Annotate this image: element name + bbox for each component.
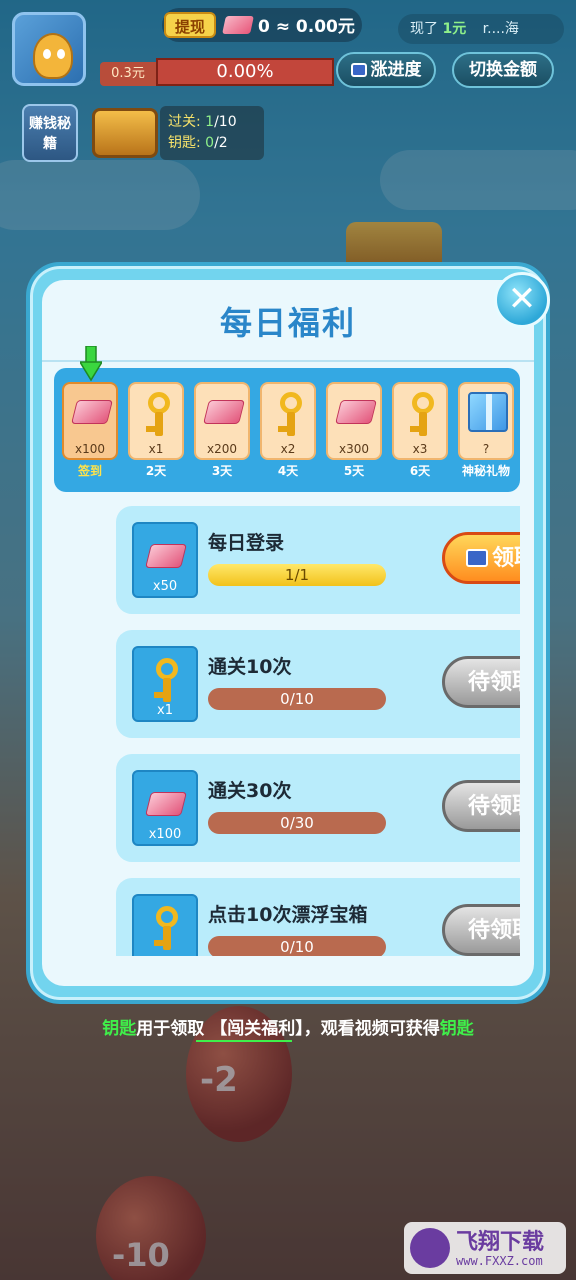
tip-underline [196,1040,292,1042]
close-button[interactable]: ✕ [494,272,550,328]
sign-in-days: x100 签到 x1 2天 x200 3天 x2 4天 x300 5天 x3 6… [54,368,520,492]
reward-icon [132,894,198,956]
key-icon [144,392,172,440]
key-icon [276,392,304,440]
day-reward-5[interactable]: x300 [326,382,382,460]
site-watermark: 飞翔下载 www.FXXZ.com [404,1222,566,1274]
key-icon [152,658,180,706]
speed-up-label: 涨进度 [370,60,422,80]
keys-current: 0 [205,135,215,151]
day-count: x100 [74,442,105,456]
cash-icon [145,544,187,568]
tip-key-word: 钥匙 [102,1019,137,1039]
close-icon: ✕ [507,279,537,319]
notice-amount: 1元 [442,21,467,37]
keys-total: /2 [214,135,228,151]
day-label: 6天 [409,464,431,478]
levels-total: /10 [214,114,237,130]
key-icon [152,906,180,954]
key-icon [408,392,436,440]
day-label: 3天 [211,464,233,478]
levels-current: 1 [205,114,215,130]
task-title: 每日登录 [208,532,285,554]
earning-tips-button[interactable]: 赚钱秘籍 [22,104,78,162]
cash-icon [203,400,245,424]
task-list[interactable]: x50 每日登录 1/1 领取 x1 通关10次 0/10 待领取 x100 通… [58,506,520,956]
divider [42,360,534,362]
claim-button[interactable]: 领取 [442,532,520,584]
levels-label: 过关: [168,114,201,130]
task-item: x50 每日登录 1/1 领取 [116,506,520,614]
keys-label: 钥匙: [168,135,201,151]
day-reward-7[interactable]: ? [458,382,514,460]
task-title: 点击10次漂浮宝箱 [208,904,368,926]
reward-icon: x50 [132,522,198,598]
cash-icon [145,792,187,816]
watermark-url: www.FXXZ.com [456,1254,543,1268]
speed-up-button[interactable]: 涨进度 [336,52,436,88]
day-reward-2[interactable]: x1 [128,382,184,460]
day-count: ? [482,442,490,456]
task-item: 点击10次漂浮宝箱 0/10 待领取 [116,878,520,956]
arrow-down-icon [80,346,102,382]
reward-qty: x1 [157,703,173,718]
day-reward-1[interactable]: x100 [62,382,118,460]
progress-target-tag: 0.3元 [100,62,156,86]
task-item: x100 通关30次 0/30 待领取 [116,754,520,862]
tip-text: 用于领取 [136,1019,205,1039]
pending-button[interactable]: 待领取 [442,656,520,708]
day-count: x2 [280,442,296,456]
balance-text: 0 ≈ 0.00元 [258,17,355,37]
reward-icon: x1 [132,646,198,722]
watermark-text: 飞翔下载 [456,1230,545,1255]
notice-ticker: 现了 1元 r....海 [398,14,564,44]
gift-icon [468,392,508,432]
reward-icon: x100 [132,770,198,846]
day-label: 4天 [277,464,299,478]
modal-title: 每日福利 [219,304,356,342]
cash-icon [222,16,254,34]
task-progress: 0/10 [208,936,386,956]
cash-icon [335,400,377,424]
task-title: 通关10次 [208,656,292,678]
pending-button[interactable]: 待领取 [442,904,520,956]
day-label: 签到 [77,464,102,478]
day-label: 5天 [343,464,365,478]
notice-suffix: r....海 [482,21,519,37]
treasure-chest-icon[interactable] [92,108,158,158]
avatar[interactable] [12,12,86,86]
tip-text: ，观看视频可获得 [303,1019,440,1039]
cash-icon [71,400,113,424]
task-progress: 0/10 [208,688,386,710]
day-count: x200 [206,442,237,456]
level-stats: 过关: 1/10 钥匙: 0/2 [160,106,264,160]
day-count: x300 [338,442,369,456]
withdraw-button[interactable]: 提现 [164,12,216,38]
withdraw-progress-bar: 0.00% [156,58,334,86]
watermark-logo-icon [410,1228,450,1268]
day-label: 神秘礼物 [461,464,510,478]
day-count: x1 [148,442,164,456]
task-item: x1 通关10次 0/10 待领取 [116,630,520,738]
day-reward-4[interactable]: x2 [260,382,316,460]
avatar-character [33,33,73,79]
notice-prefix: 现了 [410,21,438,37]
pending-button[interactable]: 待领取 [442,780,520,832]
video-icon [465,549,488,567]
day-count: x3 [412,442,428,456]
switch-amount-button[interactable]: 切换金额 [452,52,554,88]
reward-qty: x100 [148,827,182,842]
task-progress: 1/1 [208,564,386,586]
claim-label: 领取 [491,546,520,571]
reward-qty: x50 [152,579,178,594]
tip-key-word: 钥匙 [439,1019,474,1039]
day-reward-3[interactable]: x200 [194,382,250,460]
day-reward-6[interactable]: x3 [392,382,448,460]
task-title: 通关30次 [208,780,292,802]
video-icon [350,63,367,77]
key-usage-tip: 钥匙用于领取 【闯关福利】，观看视频可获得钥匙 [0,1014,576,1039]
tip-level-welfare[interactable]: 【闯关福利】 [210,1019,304,1039]
task-progress: 0/30 [208,812,386,834]
day-label: 2天 [145,464,167,478]
